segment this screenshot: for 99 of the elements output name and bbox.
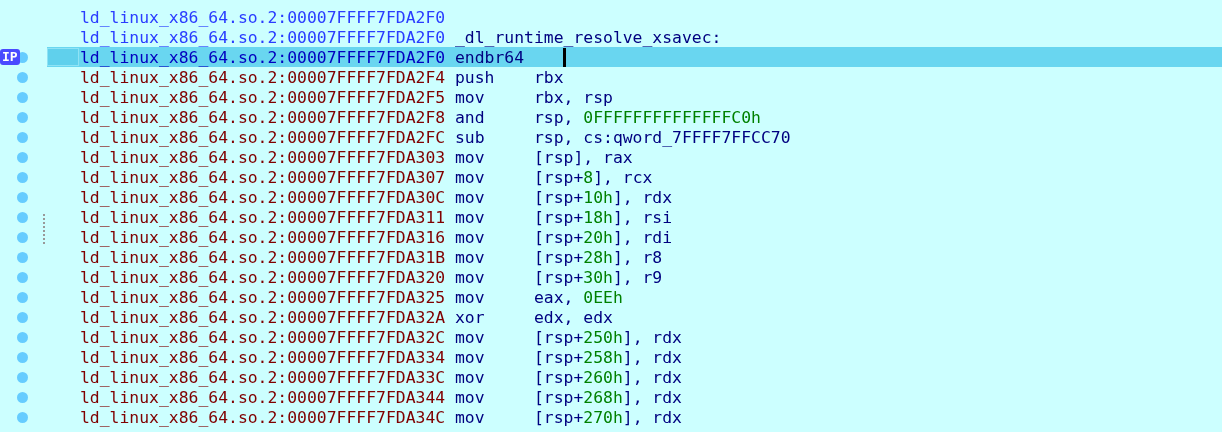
code-line[interactable]: ld_linux_x86_64.so.2:00007FFFF7FDA31B mov [rsp+28h], r8 [47, 247, 1222, 267]
breakpoint-dot[interactable] [17, 191, 28, 203]
address: ld_linux_x86_64.so.2:00007FFFF7FDA32C [80, 327, 446, 347]
code-line[interactable]: ld_linux_x86_64.so.2:00007FFFF7FDA334 mov [rsp+258h], rdx [47, 347, 1222, 367]
breakpoint-dot[interactable] [17, 331, 28, 343]
address: ld_linux_x86_64.so.2:00007FFFF7FDA34C [80, 407, 446, 427]
operands: [rsp+20h], rdi [533, 227, 673, 247]
breakpoint-dot[interactable] [17, 251, 28, 263]
mnemonic: mov [455, 167, 486, 187]
breakpoint-dot[interactable] [17, 91, 28, 103]
mnemonic: mov [455, 327, 486, 347]
mnemonic: mov [455, 407, 486, 427]
mnemonic: mov [455, 227, 486, 247]
operands: [rsp+30h], r9 [533, 267, 663, 287]
code-line[interactable]: ld_linux_x86_64.so.2:00007FFFF7FDA30C mov [rsp+10h], rdx [47, 187, 1222, 207]
splitter-grip-icon[interactable] [42, 213, 46, 247]
mnemonic: mov [455, 347, 486, 367]
address: ld_linux_x86_64.so.2:00007FFFF7FDA2F0 [80, 47, 446, 67]
code-line[interactable]: ld_linux_x86_64.so.2:00007FFFF7FDA311 mov [rsp+18h], rsi [47, 207, 1222, 227]
mnemonic: mov [455, 247, 486, 267]
breakpoint-dot[interactable] [17, 371, 28, 383]
address: ld_linux_x86_64.so.2:00007FFFF7FDA2F0 [80, 7, 446, 27]
operands: rsp, 0FFFFFFFFFFFFFFC0h [533, 107, 761, 127]
operands: [rsp+10h], rdx [533, 187, 673, 207]
address: ld_linux_x86_64.so.2:00007FFFF7FDA2F8 [80, 107, 446, 127]
operands: [rsp+260h], rdx [533, 367, 682, 387]
mnemonic: mov [455, 87, 486, 107]
address: ld_linux_x86_64.so.2:00007FFFF7FDA325 [80, 287, 446, 307]
breakpoint-dot[interactable] [17, 411, 28, 423]
mnemonic: endbr64 [455, 47, 526, 67]
mnemonic: mov [455, 287, 486, 307]
code-line[interactable]: ld_linux_x86_64.so.2:00007FFFF7FDA2F5 mov rbx, rsp [47, 87, 1222, 107]
operands: rbx, rsp [533, 87, 613, 107]
mnemonic: xor [455, 307, 486, 327]
mnemonic: sub [455, 127, 486, 147]
breakpoint-dot[interactable] [17, 151, 28, 163]
code-line[interactable]: ld_linux_x86_64.so.2:00007FFFF7FDA32A xor edx, edx [47, 307, 1222, 327]
address: ld_linux_x86_64.so.2:00007FFFF7FDA307 [80, 167, 446, 187]
breakpoint-dot[interactable] [17, 211, 28, 223]
breakpoint-dot[interactable] [17, 311, 28, 323]
breakpoint-dot[interactable] [17, 111, 28, 123]
address: ld_linux_x86_64.so.2:00007FFFF7FDA32A [80, 307, 446, 327]
breakpoint-dot[interactable] [17, 171, 28, 183]
code-line[interactable]: ld_linux_x86_64.so.2:00007FFFF7FDA307 mov [rsp+8], rcx [47, 167, 1222, 187]
operands: [rsp+270h], rdx [533, 407, 682, 427]
address: ld_linux_x86_64.so.2:00007FFFF7FDA2FC [80, 127, 446, 147]
operands: edx, edx [533, 307, 613, 327]
operands: [rsp+268h], rdx [533, 387, 682, 407]
mnemonic: mov [455, 367, 486, 387]
code-line[interactable]: ld_linux_x86_64.so.2:00007FFFF7FDA303 mov [rsp], rax [47, 147, 1222, 167]
mnemonic: mov [455, 207, 486, 227]
operands: rsp, cs:qword_7FFFF7FFCC70 [533, 127, 791, 147]
breakpoint-dot[interactable] [17, 271, 28, 283]
breakpoint-dot[interactable] [17, 291, 28, 303]
operands: [rsp+18h], rsi [533, 207, 673, 227]
operands: eax, 0EEh [533, 287, 623, 307]
address: ld_linux_x86_64.so.2:00007FFFF7FDA303 [80, 147, 446, 167]
operands: [rsp+28h], r8 [533, 247, 663, 267]
address: ld_linux_x86_64.so.2:00007FFFF7FDA320 [80, 267, 446, 287]
address: ld_linux_x86_64.so.2:00007FFFF7FDA31B [80, 247, 446, 267]
ip-marker: IP [0, 49, 20, 65]
breakpoint-dot[interactable] [17, 71, 28, 83]
code-line[interactable]: ld_linux_x86_64.so.2:00007FFFF7FDA2F0 [47, 7, 1222, 27]
address: ld_linux_x86_64.so.2:00007FFFF7FDA30C [80, 187, 446, 207]
address: ld_linux_x86_64.so.2:00007FFFF7FDA33C [80, 367, 446, 387]
code-line[interactable]: ld_linux_x86_64.so.2:00007FFFF7FDA2FC sub rsp, cs:qword_7FFFF7FFCC70 [47, 127, 1222, 147]
mnemonic: mov [455, 187, 486, 207]
breakpoint-dot[interactable] [17, 391, 28, 403]
breakpoint-dot[interactable] [17, 351, 28, 363]
code-line[interactable]: ld_linux_x86_64.so.2:00007FFFF7FDA2F8 and rsp, 0FFFFFFFFFFFFFFC0h [47, 107, 1222, 127]
mnemonic: push [455, 67, 496, 87]
code-line[interactable]: ld_linux_x86_64.so.2:00007FFFF7FDA325 mov eax, 0EEh [47, 287, 1222, 307]
address: ld_linux_x86_64.so.2:00007FFFF7FDA2F5 [80, 87, 446, 107]
code-line[interactable]: ld_linux_x86_64.so.2:00007FFFF7FDA344 mov [rsp+268h], rdx [47, 387, 1222, 407]
code-line[interactable]: ld_linux_x86_64.so.2:00007FFFF7FDA33C mov [rsp+260h], rdx [47, 367, 1222, 387]
code-line[interactable]: ld_linux_x86_64.so.2:00007FFFF7FDA316 mov [rsp+20h], rdi [47, 227, 1222, 247]
address: ld_linux_x86_64.so.2:00007FFFF7FDA2F4 [80, 67, 446, 87]
operands: [rsp], rax [533, 147, 633, 167]
code-line[interactable]: ld_linux_x86_64.so.2:00007FFFF7FDA320 mov [rsp+30h], r9 [47, 267, 1222, 287]
code-line[interactable]: ld_linux_x86_64.so.2:00007FFFF7FDA2F4 push rbx [47, 67, 1222, 87]
function-label: _dl_runtime_resolve_xsavec: [455, 27, 722, 47]
operands: [rsp+258h], rdx [533, 347, 682, 367]
operands: rbx [533, 67, 564, 87]
address: ld_linux_x86_64.so.2:00007FFFF7FDA344 [80, 387, 446, 407]
mnemonic: and [455, 107, 486, 127]
code-line[interactable]: ld_linux_x86_64.so.2:00007FFFF7FDA34C mov [rsp+270h], rdx [47, 407, 1222, 427]
breakpoint-dot[interactable] [17, 131, 28, 143]
operands: [rsp+8], rcx [533, 167, 653, 187]
address: ld_linux_x86_64.so.2:00007FFFF7FDA2F0 [80, 27, 446, 47]
address: ld_linux_x86_64.so.2:00007FFFF7FDA334 [80, 347, 446, 367]
mnemonic: mov [455, 387, 486, 407]
address: ld_linux_x86_64.so.2:00007FFFF7FDA316 [80, 227, 446, 247]
code-line[interactable]: ld_linux_x86_64.so.2:00007FFFF7FDA2F0 _dl_runtime_resolve_xsavec: [47, 27, 1222, 47]
breakpoint-dot[interactable] [17, 231, 28, 243]
code-line[interactable]: ld_linux_x86_64.so.2:00007FFFF7FDA32C mov [rsp+250h], rdx [47, 327, 1222, 347]
operands: [rsp+250h], rdx [533, 327, 682, 347]
mnemonic: mov [455, 147, 486, 167]
mnemonic: mov [455, 267, 486, 287]
address: ld_linux_x86_64.so.2:00007FFFF7FDA311 [80, 207, 446, 227]
